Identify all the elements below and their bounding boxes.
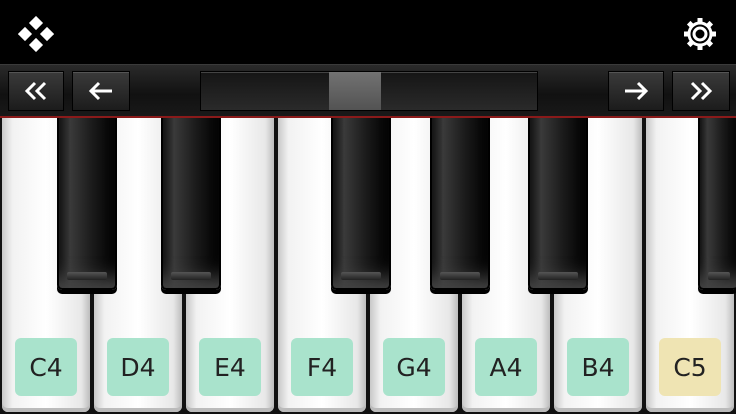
- diamond-dots-icon: [18, 16, 54, 52]
- top-bar: [0, 0, 736, 64]
- menu-button[interactable]: [16, 14, 56, 54]
- scroll-far-left-button[interactable]: [8, 71, 64, 111]
- left-arrow-icon: [88, 81, 112, 101]
- key-label: E4: [199, 338, 261, 396]
- key-label: D4: [107, 338, 169, 396]
- key-label: B4: [567, 338, 629, 396]
- key-label: F4: [291, 338, 353, 396]
- black-key[interactable]: [331, 118, 391, 290]
- keyboard-scroll-bar: [0, 64, 736, 119]
- gear-icon: [684, 18, 716, 50]
- key-label: C4: [15, 338, 77, 396]
- double-right-arrow-icon: [690, 81, 713, 101]
- key-label: G4: [383, 338, 445, 396]
- black-key[interactable]: [57, 118, 117, 290]
- black-key[interactable]: [430, 118, 490, 290]
- black-key[interactable]: [528, 118, 588, 290]
- double-left-arrow-icon: [24, 81, 47, 101]
- scroll-far-right-button[interactable]: [672, 71, 730, 111]
- scroll-right-button[interactable]: [608, 71, 664, 111]
- scroll-left-button[interactable]: [72, 71, 130, 111]
- right-arrow-icon: [625, 81, 649, 101]
- keyboard-range-slider[interactable]: [200, 71, 538, 111]
- piano-keyboard: C4 D4 E4 F4 G4 A4 B4 C5: [0, 118, 736, 414]
- black-key[interactable]: [161, 118, 221, 290]
- black-key[interactable]: [698, 118, 736, 290]
- settings-button[interactable]: [680, 14, 720, 54]
- key-label: A4: [475, 338, 537, 396]
- slider-thumb[interactable]: [329, 72, 381, 110]
- key-label: C5: [659, 338, 721, 396]
